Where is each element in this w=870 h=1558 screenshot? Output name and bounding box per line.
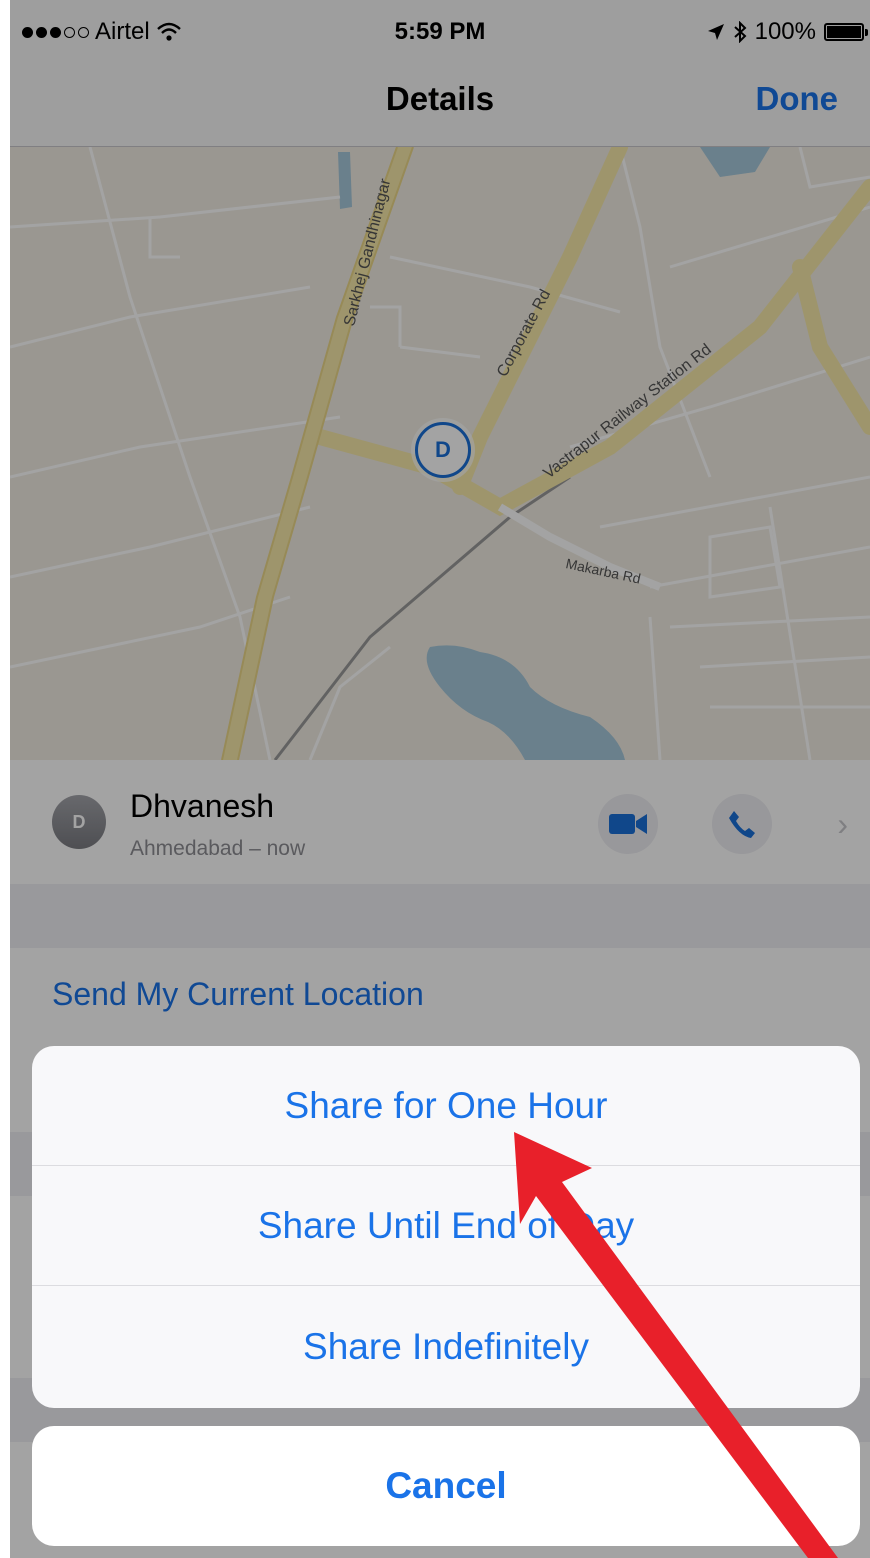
share-until-end-of-day-option[interactable]: Share Until End of Day bbox=[32, 1166, 860, 1286]
share-indefinitely-option[interactable]: Share Indefinitely bbox=[32, 1286, 860, 1408]
share-location-action-sheet: Share for One Hour Share Until End of Da… bbox=[32, 1046, 860, 1408]
device-screen: Airtel 5:59 PM 100% Details Done Sarkhej… bbox=[10, 0, 870, 1558]
share-one-hour-option[interactable]: Share for One Hour bbox=[32, 1046, 860, 1166]
cancel-button[interactable]: Cancel bbox=[32, 1426, 860, 1546]
